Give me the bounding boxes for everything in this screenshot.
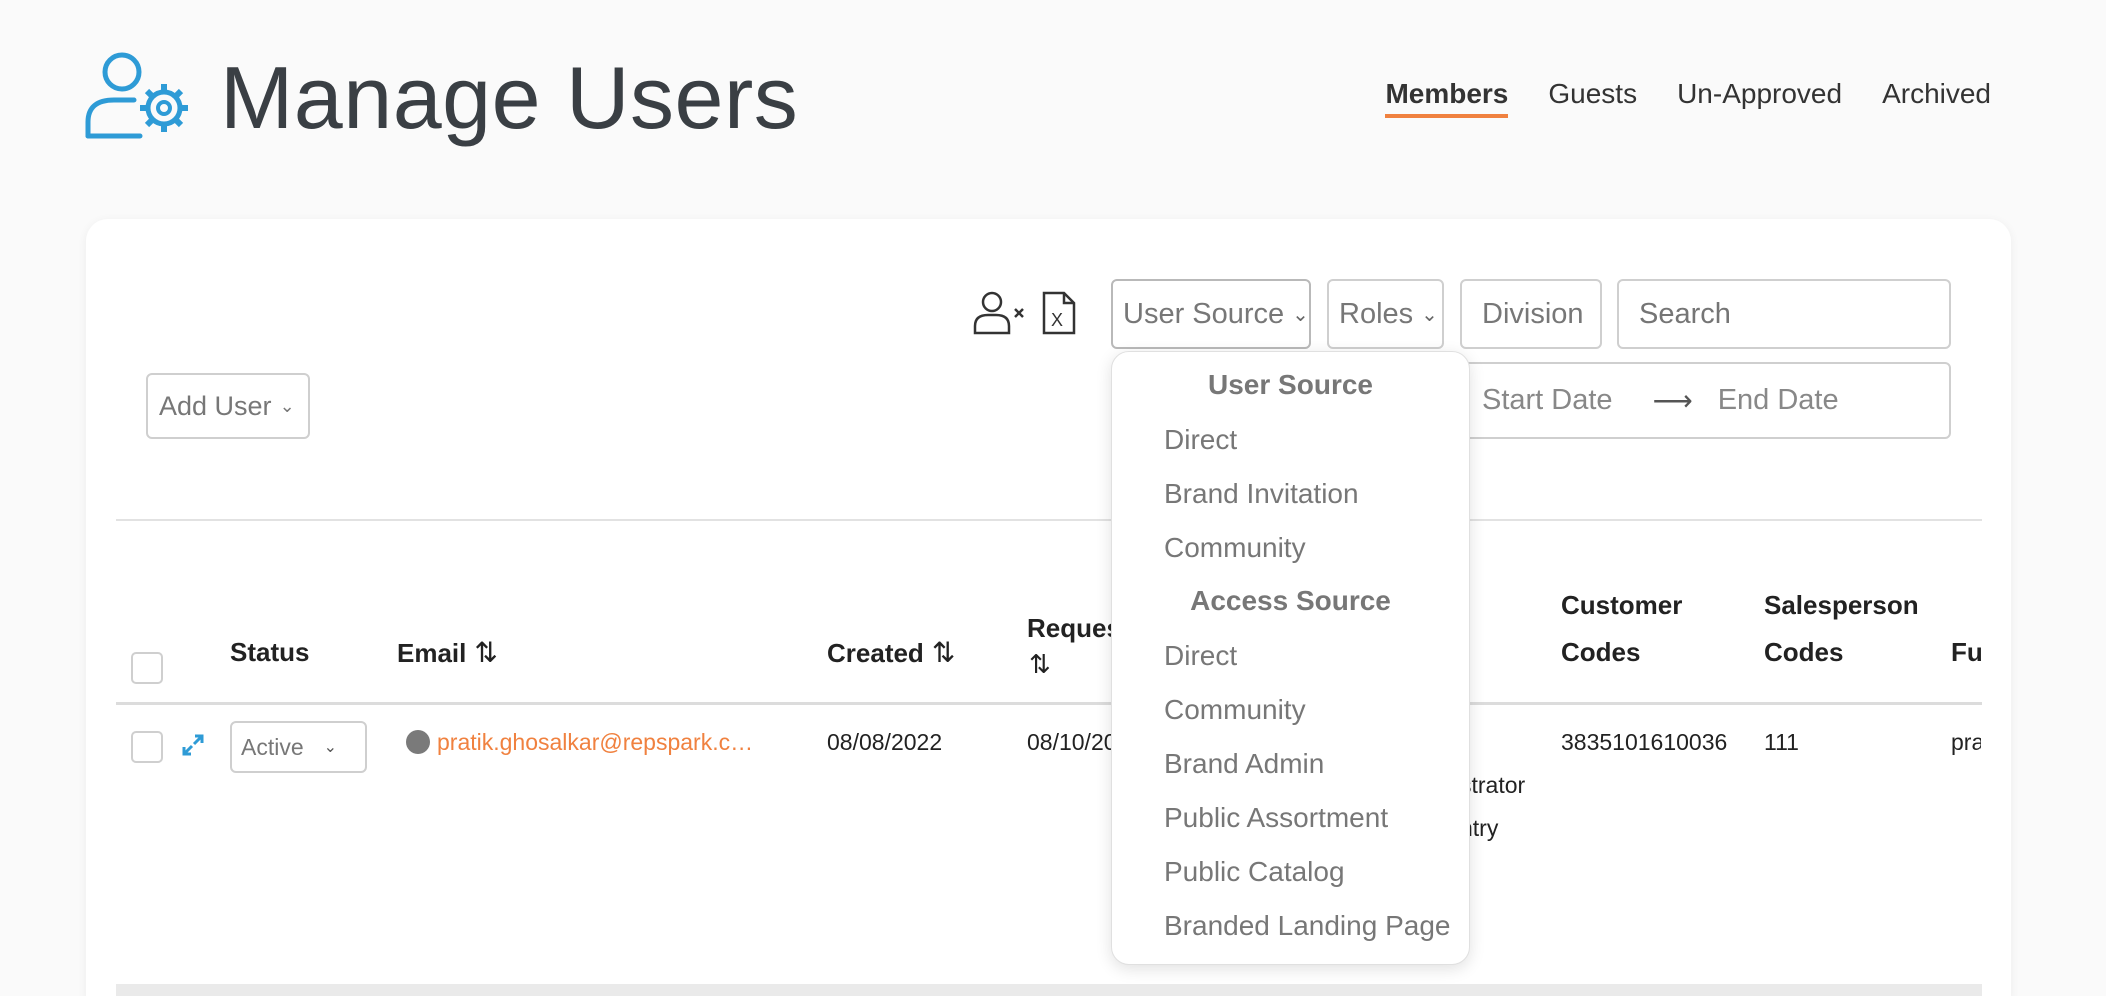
page-title: Manage Users [220,48,799,147]
column-header-created-label: Created [827,638,924,668]
email-link[interactable]: pratik.ghosalkar@repspark.c… [437,721,753,763]
salesperson-codes-value: 111 [1764,729,1799,755]
export-excel-icon[interactable]: X [1041,290,1077,336]
tab-un-approved[interactable]: Un-Approved [1677,74,1842,118]
division-label: Division [1482,297,1584,330]
expand-icon[interactable] [181,733,205,757]
add-user-label: Add User [159,390,272,421]
date-range-picker[interactable]: Start Date ⟶ End Date [1460,362,1951,439]
menu-item-public-assortment[interactable]: Public Assortment [1164,802,1388,834]
status-value: Active [241,733,304,760]
column-header-created[interactable]: Created ⇅ [827,629,955,677]
menu-item-access-direct[interactable]: Direct [1164,640,1237,672]
menu-item-community[interactable]: Community [1164,532,1306,564]
row-checkbox[interactable] [131,731,163,763]
sort-icon[interactable]: ⇅ [474,637,497,668]
menu-item-public-catalog[interactable]: Public Catalog [1164,856,1345,888]
end-date-field[interactable]: End Date [1718,384,1839,417]
roles-dropdown[interactable]: Roles ⌄ [1327,279,1444,349]
menu-item-brand-invitation[interactable]: Brand Invitation [1164,478,1359,510]
created-date: 08/08/2022 [827,729,943,755]
roles-label: Roles [1339,297,1414,330]
chevron-down-icon: ⌄ [323,739,338,756]
chevron-down-icon: ⌄ [279,395,295,416]
fu-value: pra [1951,729,1981,755]
menu-item-direct[interactable]: Direct [1164,424,1237,456]
chevron-down-icon: ⌄ [1292,303,1309,326]
svg-text:X: X [1051,310,1063,330]
column-header-email-label: Email [397,638,467,668]
search-input[interactable] [1617,279,1951,349]
sort-icon[interactable]: ⇅ [1029,641,1051,688]
status-select[interactable]: Active ⌄ [230,721,367,773]
menu-group-user-source: User Source [1208,369,1373,400]
user-source-menu: User Source Direct Brand Invitation Comm… [1111,351,1470,965]
user-source-dropdown[interactable]: User Source ⌄ [1111,279,1311,349]
customer-codes-value: 3835101610036 [1561,729,1728,755]
select-all-checkbox[interactable] [131,652,163,684]
chevron-down-icon: ⌄ [1421,303,1438,326]
division-dropdown[interactable]: Division [1460,279,1602,349]
column-header-customer-codes[interactable]: Customer Codes [1561,582,1682,676]
remove-user-icon[interactable] [972,290,1032,336]
menu-group-access-source: Access Source [1190,585,1391,616]
column-header-salesperson-codes[interactable]: Salesperson Codes [1764,582,1919,676]
status-dot [406,730,430,754]
column-header-salesperson-codes-line-1: Salesperson [1764,590,1919,620]
header-tabs: Members Guests Un-Approved Archived [1385,74,1991,118]
column-header-fu[interactable]: Fu [1951,629,1981,676]
table-footer [116,984,1982,996]
requested-date: 08/10/20 [1027,729,1117,755]
column-header-customer-codes-line-2: Codes [1561,637,1641,667]
add-user-button[interactable]: Add User ⌄ [146,373,310,439]
table-header-divider [116,702,1982,705]
tab-archived[interactable]: Archived [1882,74,1991,118]
tab-guests[interactable]: Guests [1548,74,1637,118]
user-source-label: User Source [1123,297,1285,330]
menu-item-access-community[interactable]: Community [1164,694,1306,726]
start-date-field[interactable]: Start Date [1482,384,1613,417]
arrow-right-icon: ⟶ [1652,385,1693,416]
menu-item-branded-landing-page[interactable]: Branded Landing Page [1164,910,1450,942]
column-header-salesperson-codes-line-2: Codes [1764,637,1844,667]
column-header-customer-codes-line-1: Customer [1561,590,1683,620]
menu-item-brand-admin[interactable]: Brand Admin [1164,748,1324,780]
manage-users-icon [85,52,188,139]
column-header-status[interactable]: Status [230,629,309,676]
divider [116,519,1982,521]
sort-icon[interactable]: ⇅ [932,637,955,668]
column-header-email[interactable]: Email ⇅ [397,629,498,677]
tab-members[interactable]: Members [1385,74,1509,118]
